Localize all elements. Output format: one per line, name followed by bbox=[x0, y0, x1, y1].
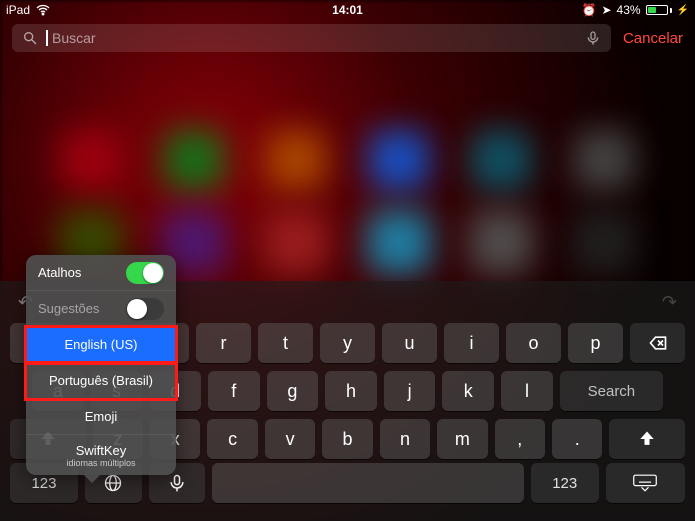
key-g[interactable]: g bbox=[267, 371, 319, 411]
key-hide-keyboard[interactable] bbox=[606, 463, 685, 503]
hide-keyboard-icon bbox=[632, 474, 658, 492]
blurred-app-row-1 bbox=[0, 130, 695, 190]
key-t[interactable]: t bbox=[258, 323, 313, 363]
toggle-off-icon[interactable] bbox=[126, 298, 164, 320]
charging-icon: ⚡ bbox=[677, 5, 689, 16]
search-placeholder: Buscar bbox=[52, 30, 577, 46]
key-n[interactable]: n bbox=[380, 419, 430, 459]
key-backspace[interactable] bbox=[630, 323, 685, 363]
shift-icon bbox=[637, 429, 657, 449]
backspace-icon bbox=[648, 333, 668, 353]
key-r[interactable]: r bbox=[196, 323, 251, 363]
popup-lang-english[interactable]: English (US) bbox=[26, 327, 176, 363]
redo-icon[interactable]: ↷ bbox=[662, 292, 677, 313]
search-input[interactable]: Buscar bbox=[12, 24, 611, 52]
popup-lang-swiftkey[interactable]: SwiftKey idiomas múltiplos bbox=[26, 435, 176, 475]
popup-suggestions-toggle[interactable]: Sugestões bbox=[26, 291, 176, 327]
spotlight-search-row: Buscar Cancelar bbox=[0, 20, 695, 56]
search-icon bbox=[22, 30, 38, 46]
key-y[interactable]: y bbox=[320, 323, 375, 363]
toggle-on-icon[interactable] bbox=[126, 262, 164, 284]
globe-icon bbox=[103, 473, 123, 493]
popup-shortcuts-toggle[interactable]: Atalhos bbox=[26, 255, 176, 291]
popup-shortcuts-label: Atalhos bbox=[38, 265, 81, 280]
device-label: iPad bbox=[6, 3, 30, 17]
key-c[interactable]: c bbox=[207, 419, 257, 459]
key-i[interactable]: i bbox=[444, 323, 499, 363]
key-l[interactable]: l bbox=[501, 371, 553, 411]
keyboard: ↶ ↷ q w e r t y u i o p a s bbox=[0, 281, 695, 521]
key-m[interactable]: m bbox=[437, 419, 487, 459]
battery-percent: 43% bbox=[617, 3, 641, 17]
keyboard-language-popup: Atalhos Sugestões English (US) Português… bbox=[26, 255, 176, 475]
key-shift-right[interactable] bbox=[609, 419, 685, 459]
popup-suggestions-label: Sugestões bbox=[38, 301, 99, 316]
key-f[interactable]: f bbox=[208, 371, 260, 411]
battery-icon bbox=[646, 5, 672, 15]
key-space[interactable] bbox=[212, 463, 524, 503]
key-k[interactable]: k bbox=[442, 371, 494, 411]
key-j[interactable]: j bbox=[384, 371, 436, 411]
dictation-icon[interactable] bbox=[585, 30, 601, 46]
key-comma[interactable]: , bbox=[495, 419, 545, 459]
text-cursor bbox=[46, 30, 48, 46]
key-u[interactable]: u bbox=[382, 323, 437, 363]
location-icon: ➤ bbox=[601, 3, 611, 17]
key-h[interactable]: h bbox=[325, 371, 377, 411]
key-numbers-right[interactable]: 123 bbox=[531, 463, 599, 503]
key-search[interactable]: Search bbox=[560, 371, 663, 411]
key-v[interactable]: v bbox=[265, 419, 315, 459]
key-p[interactable]: p bbox=[568, 323, 623, 363]
key-o[interactable]: o bbox=[506, 323, 561, 363]
popup-lang-portuguese[interactable]: Português (Brasil) bbox=[26, 363, 176, 399]
key-b[interactable]: b bbox=[322, 419, 372, 459]
mic-icon bbox=[167, 473, 187, 493]
cancel-button[interactable]: Cancelar bbox=[623, 30, 683, 47]
popup-lang-emoji[interactable]: Emoji bbox=[26, 399, 176, 435]
key-period[interactable]: . bbox=[552, 419, 602, 459]
wifi-icon bbox=[35, 2, 51, 18]
alarm-icon: ⏰ bbox=[582, 3, 597, 17]
status-bar: iPad 14:01 ⏰ ➤ 43% ⚡ bbox=[0, 0, 695, 20]
